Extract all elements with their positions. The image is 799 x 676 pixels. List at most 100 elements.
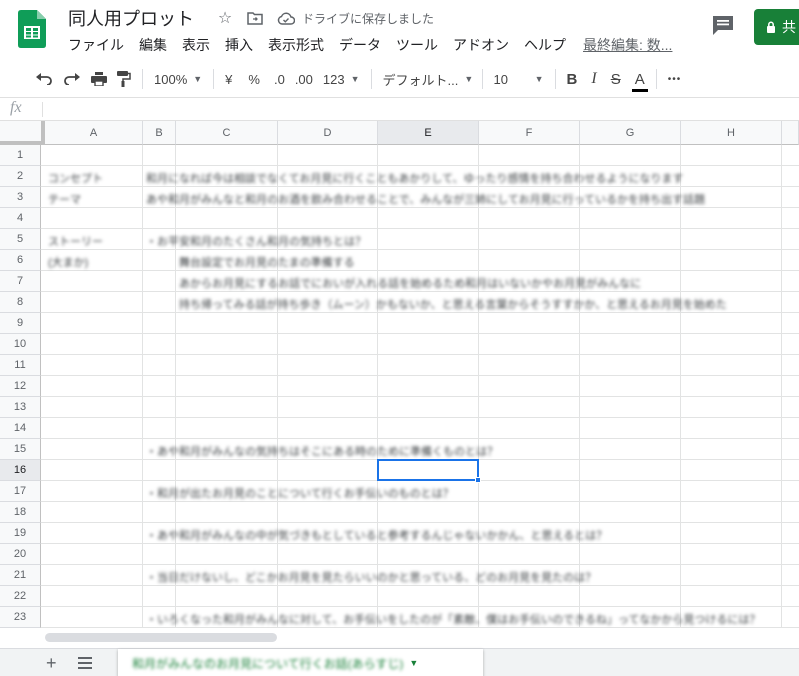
zoom-select[interactable]: 100% ▼	[149, 65, 207, 93]
row-header-12[interactable]: 12	[0, 376, 41, 397]
column-header-d[interactable]: D	[278, 121, 378, 145]
all-sheets-icon[interactable]	[78, 657, 92, 669]
row-header-21[interactable]: 21	[0, 565, 41, 586]
font-size-select[interactable]: 10 ▼	[489, 65, 549, 93]
row-header-16[interactable]: 16	[0, 460, 41, 481]
cell-a6[interactable]: (大まか)	[48, 254, 88, 270]
spreadsheet-grid[interactable]: A B C D E F G H 1 2 3 4 5 6 7 8 9 10 11 12 13 14 15 16 17 18 19 20 2…	[0, 121, 799, 631]
comment-history-icon[interactable]	[711, 14, 735, 36]
google-sheets-logo-icon[interactable]	[18, 10, 46, 48]
cell-b19[interactable]: ・あや和月がみんなの中が気づきもとしていると参考するんじゃないかかん、と思えると…	[146, 527, 607, 543]
cell-b3[interactable]: あや和月がみんなと和月のお酒を飲み合わせることで、みんなが三姉にしてお月見に行っ…	[146, 191, 705, 207]
cloud-saved-icon[interactable]	[276, 8, 296, 28]
cell-a5[interactable]: ストーリー	[48, 233, 103, 249]
column-header-e[interactable]: E	[378, 121, 479, 145]
row-header-5[interactable]: 5	[0, 229, 41, 250]
text-color-button[interactable]: A	[630, 65, 650, 93]
row-header-15[interactable]: 15	[0, 439, 41, 460]
currency-format-button[interactable]: ¥	[220, 65, 237, 93]
percent-format-button[interactable]: %	[243, 65, 265, 93]
row-header-17[interactable]: 17	[0, 481, 41, 502]
more-options-icon[interactable]: •••	[663, 65, 687, 93]
row-header-11[interactable]: 11	[0, 355, 41, 376]
row-header-8[interactable]: 8	[0, 292, 41, 313]
cell-a2[interactable]: コンセプト	[48, 170, 103, 186]
row-header-23[interactable]: 23	[0, 607, 41, 628]
row-header-19[interactable]: 19	[0, 523, 41, 544]
select-all-corner[interactable]	[0, 121, 45, 145]
horizontal-scrollbar[interactable]	[45, 633, 277, 642]
row-header-7[interactable]: 7	[0, 271, 41, 292]
chevron-down-icon: ▼	[193, 74, 203, 84]
sheet-tab-active[interactable]: 和月がみんなのお月見について行くお話(あらすじ) ▼	[118, 649, 483, 676]
number-format-select[interactable]: 123 ▼	[318, 65, 365, 93]
menu-insert[interactable]: 挿入	[225, 35, 260, 55]
star-icon[interactable]: ☆	[215, 8, 235, 28]
formula-bar: fx	[0, 98, 799, 121]
row-header-18[interactable]: 18	[0, 502, 41, 523]
document-title[interactable]: 同人用プロット	[68, 5, 194, 31]
cell-c7[interactable]: あからお月見にするお話でにおいが入れる話を始めるため和月はいないかやお月見がみん…	[179, 275, 641, 291]
row-header-6[interactable]: 6	[0, 250, 41, 271]
row-header-13[interactable]: 13	[0, 397, 41, 418]
grid-row-line	[41, 417, 799, 418]
chevron-down-icon[interactable]: ▼	[409, 658, 418, 668]
cell-c8[interactable]: 持ち帰ってみる話が持ち歩き（ムーン）かもないか、と思える言葉からそうすすかか、と…	[179, 296, 727, 312]
active-cell-selection[interactable]	[377, 459, 479, 481]
row-header-20[interactable]: 20	[0, 544, 41, 565]
increase-decimal-button[interactable]: .00	[290, 65, 318, 93]
menu-addons[interactable]: アドオン	[453, 35, 516, 55]
row-header-14[interactable]: 14	[0, 418, 41, 439]
font-family-select[interactable]: デフォルト... ▼	[378, 65, 476, 93]
row-header-1[interactable]: 1	[0, 145, 41, 166]
menu-edit[interactable]: 編集	[139, 35, 174, 55]
grid-column-line	[478, 145, 479, 628]
cell-b5[interactable]: ・お平安和月のたくさん和月の気持ちとは？	[146, 233, 366, 249]
cell-c6[interactable]: 舞台設定でお月見のたまの準備する	[179, 254, 355, 270]
cell-b2[interactable]: 和月になれば今は相談でなくてお月見に行くこともあかりして、ゆったり感情を持ち合わ…	[146, 170, 683, 186]
undo-icon[interactable]	[30, 65, 58, 93]
menu-format[interactable]: 表示形式	[268, 35, 331, 55]
column-header-c[interactable]: C	[176, 121, 278, 145]
add-sheet-icon[interactable]: +	[46, 653, 57, 674]
decrease-decimal-button[interactable]: .0	[269, 65, 290, 93]
menu-tools[interactable]: ツール	[396, 35, 445, 55]
paint-format-icon[interactable]	[112, 65, 136, 93]
column-header-b[interactable]: B	[143, 121, 176, 145]
row-header-9[interactable]: 9	[0, 313, 41, 334]
column-header-f[interactable]: F	[479, 121, 580, 145]
row-header-3[interactable]: 3	[0, 187, 41, 208]
column-header-g[interactable]: G	[580, 121, 681, 145]
cell-b17[interactable]: ・和月が出たお月見のことについて行くお手伝いのものとは？	[146, 485, 454, 501]
column-header-a[interactable]: A	[45, 121, 143, 145]
row-header-4[interactable]: 4	[0, 208, 41, 229]
menu-help[interactable]: ヘルプ	[524, 35, 573, 55]
row-header-22[interactable]: 22	[0, 586, 41, 607]
column-header-partial[interactable]	[782, 121, 799, 145]
cell-b15[interactable]: ・あや和月がみんなの気持ちはそこにある時のために準備くものとは？	[146, 443, 498, 459]
column-header-h[interactable]: H	[681, 121, 782, 145]
menu-file[interactable]: ファイル	[68, 35, 131, 55]
lock-icon	[767, 21, 775, 33]
number-format-label: 123	[322, 71, 345, 87]
print-icon[interactable]	[86, 65, 112, 93]
sheet-tab-bar: + 和月がみんなのお月見について行くお話(あらすじ) ▼	[0, 648, 799, 676]
cell-b21[interactable]: ・当日だけないし、どこかお月見を見たらいいのかと思っている、どのお月見を見たのは…	[146, 569, 596, 585]
row-header-2[interactable]: 2	[0, 166, 41, 187]
fill-handle[interactable]	[475, 477, 481, 483]
toolbar-divider	[370, 69, 372, 89]
last-edit-link[interactable]: 最終編集: 数...	[583, 35, 672, 55]
menu-data[interactable]: データ	[339, 35, 388, 55]
italic-button[interactable]: I	[586, 65, 601, 93]
grid-row-line	[41, 228, 799, 229]
sheet-tab-label: 和月がみんなのお月見について行くお話(あらすじ)	[132, 656, 404, 671]
menu-view[interactable]: 表示	[182, 35, 217, 55]
redo-icon[interactable]	[58, 65, 86, 93]
row-header-10[interactable]: 10	[0, 334, 41, 355]
cell-a3[interactable]: テーマ	[48, 191, 81, 207]
cell-b23[interactable]: ・いろくなった和月がみんなに対して、お手伝いをしたのが「素敵、僕はお手伝いのでき…	[146, 611, 760, 627]
bold-button[interactable]: B	[562, 65, 583, 93]
strikethrough-button[interactable]: S	[606, 65, 626, 93]
move-to-folder-icon[interactable]	[245, 8, 265, 28]
share-button[interactable]: 共	[754, 9, 799, 45]
